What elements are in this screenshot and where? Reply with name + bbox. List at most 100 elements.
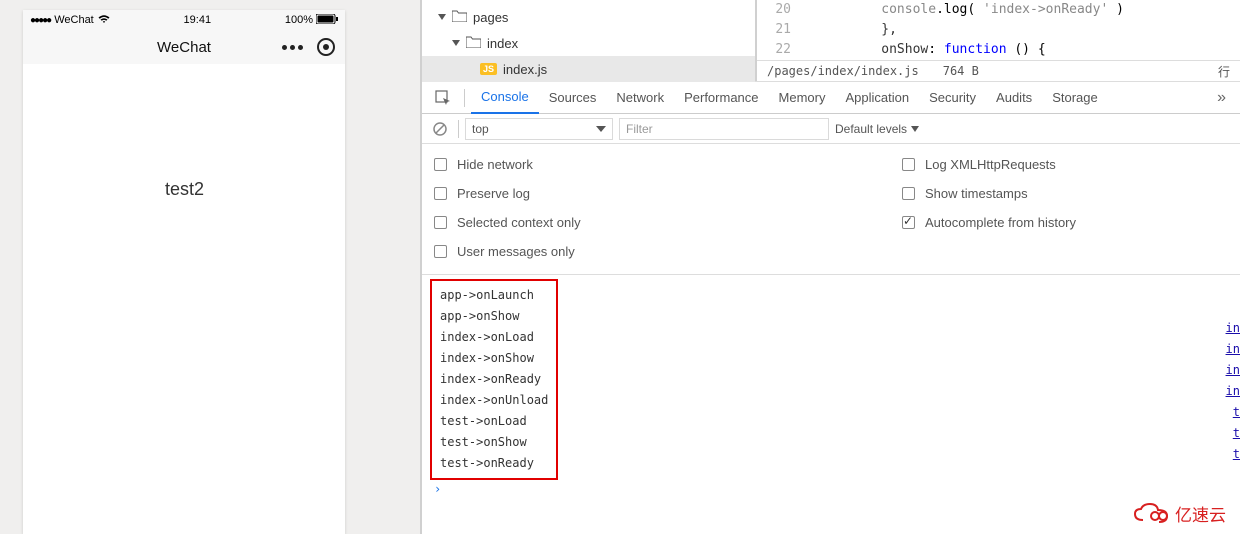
cursor-label: 行 (1218, 63, 1230, 80)
setting-preserve-log[interactable]: Preserve log (434, 179, 902, 208)
checkbox-icon[interactable] (434, 216, 447, 229)
watermark-text: 亿速云 (1175, 501, 1226, 526)
watermark: 亿速云 (1133, 501, 1226, 526)
code-editor[interactable]: 20 21 22 console.log( 'index->onReady' )… (757, 0, 1240, 81)
chevron-down-icon (596, 126, 606, 132)
tree-item-index-js[interactable]: JS index.js (422, 56, 755, 82)
log-source-link[interactable]: in (1226, 321, 1240, 342)
console-log-line: test->onLoad (440, 411, 548, 432)
log-source-link (1226, 300, 1240, 321)
expand-icon[interactable] (438, 14, 446, 20)
file-size: 764 B (943, 64, 979, 78)
code-content[interactable]: console.log( 'index->onReady' ) }, onSho… (803, 0, 1240, 60)
console-log-line: app->onLaunch (440, 285, 548, 306)
overflow-icon[interactable]: » (1209, 89, 1234, 107)
close-capsule-icon[interactable] (317, 38, 335, 56)
tab-memory[interactable]: Memory (769, 82, 836, 114)
log-source-link (1226, 279, 1240, 300)
wifi-icon (98, 14, 110, 27)
tab-audits[interactable]: Audits (986, 82, 1042, 114)
console-log-line: test->onShow (440, 432, 548, 453)
chevron-down-icon (911, 126, 919, 132)
checkbox-icon[interactable] (902, 187, 915, 200)
setting-log-xmlhttprequests[interactable]: Log XMLHttpRequests (902, 150, 1240, 179)
phone-frame: ●●●●● WeChat 19:41 100% WeChat test (23, 10, 345, 534)
checkbox-icon[interactable] (902, 158, 915, 171)
setting-label: Selected context only (457, 215, 581, 230)
checkbox-icon[interactable] (434, 245, 447, 258)
setting-label: Log XMLHttpRequests (925, 157, 1056, 172)
console-log-line: index->onUnload (440, 390, 548, 411)
battery-icon (316, 14, 338, 27)
console-log-line: index->onLoad (440, 327, 548, 348)
carrier-label: WeChat (54, 14, 94, 26)
tab-security[interactable]: Security (919, 82, 986, 114)
tab-storage[interactable]: Storage (1042, 82, 1108, 114)
status-time: 19:41 (184, 14, 212, 26)
tab-application[interactable]: Application (835, 82, 919, 114)
tree-label: index (487, 36, 518, 51)
expand-icon[interactable] (452, 40, 460, 46)
folder-icon (452, 10, 467, 25)
clear-console-icon[interactable] (428, 122, 452, 136)
console-settings: Hide network Log XMLHttpRequests Preserve … (422, 144, 1240, 275)
tree-item-index[interactable]: index (422, 30, 755, 56)
setting-autocomplete-from-history[interactable]: Autocomplete from history (902, 208, 1240, 237)
devtools-tab-bar: ConsoleSourcesNetworkPerformanceMemoryAp… (422, 82, 1240, 114)
tab-console[interactable]: Console (471, 82, 539, 114)
tree-label: index.js (503, 62, 547, 77)
log-source-link[interactable]: t (1226, 447, 1240, 468)
tree-item-pages[interactable]: pages (422, 4, 755, 30)
battery-percent: 100% (285, 14, 313, 26)
console-toolbar: top Filter Default levels (422, 114, 1240, 144)
setting-selected-context-only[interactable]: Selected context only (434, 208, 902, 237)
status-bar: ●●●●● WeChat 19:41 100% (23, 10, 345, 30)
js-file-icon: JS (480, 63, 497, 75)
console-log-line: index->onShow (440, 348, 548, 369)
file-path: /pages/index/index.js (767, 64, 919, 78)
log-source-link[interactable]: t (1226, 426, 1240, 447)
console-log-line: index->onReady (440, 369, 548, 390)
simulator-panel: ●●●●● WeChat 19:41 100% WeChat test (0, 0, 345, 534)
tab-network[interactable]: Network (606, 82, 674, 114)
console-log-highlight: app->onLaunchapp->onShowindex->onLoadind… (430, 279, 558, 480)
log-source-link[interactable]: in (1226, 363, 1240, 384)
tree-label: pages (473, 10, 508, 25)
setting-show-timestamps[interactable]: Show timestamps (902, 179, 1240, 208)
file-tree[interactable]: pages index JS index.js (422, 0, 757, 81)
log-source-link[interactable]: in (1226, 384, 1240, 405)
filter-input[interactable]: Filter (619, 118, 829, 140)
more-icon[interactable] (282, 45, 303, 50)
console-log-line: app->onShow (440, 306, 548, 327)
filter-placeholder: Filter (626, 122, 653, 136)
log-source-links: ininininttt (1226, 279, 1240, 468)
setting-label: Show timestamps (925, 186, 1028, 201)
code-line: }, (803, 20, 1240, 40)
setting-hide-network[interactable]: Hide network (434, 150, 902, 179)
checkbox-icon[interactable] (902, 216, 915, 229)
setting-label: User messages only (457, 244, 575, 259)
log-source-link[interactable]: in (1226, 342, 1240, 363)
devtools-panel: pages index JS index.js 20 21 22 (420, 0, 1240, 534)
console-prompt[interactable]: › (430, 480, 1232, 498)
setting-label: Autocomplete from history (925, 215, 1076, 230)
context-select[interactable]: top (465, 118, 613, 140)
tab-sources[interactable]: Sources (539, 82, 607, 114)
setting-label: Preserve log (457, 186, 530, 201)
code-line: console.log( 'index->onReady' ) (803, 0, 1240, 20)
folder-icon (466, 36, 481, 51)
checkbox-icon[interactable] (434, 187, 447, 200)
tab-performance[interactable]: Performance (674, 82, 768, 114)
console-log-line: test->onReady (440, 453, 548, 474)
log-level-select[interactable]: Default levels (835, 122, 919, 136)
page-viewport[interactable]: test2 (23, 64, 345, 534)
console-output[interactable]: app->onLaunchapp->onShowindex->onLoadind… (422, 275, 1240, 534)
log-source-link[interactable]: t (1226, 405, 1240, 426)
signal-icon: ●●●●● (30, 15, 50, 26)
nav-bar: WeChat (23, 30, 345, 64)
element-picker-icon[interactable] (428, 90, 458, 106)
setting-user-messages-only[interactable]: User messages only (434, 237, 902, 266)
editor-status-bar: /pages/index/index.js 764 B 行 (757, 60, 1240, 81)
checkbox-icon[interactable] (434, 158, 447, 171)
context-value: top (472, 122, 489, 136)
